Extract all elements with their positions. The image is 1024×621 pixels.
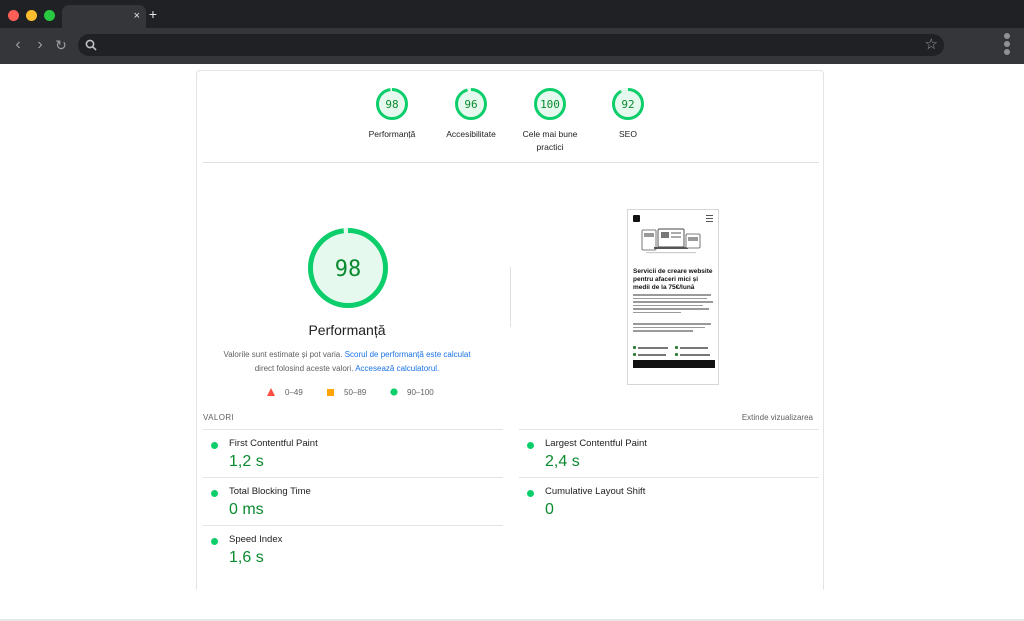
performance-title: Performanță <box>308 322 386 338</box>
browser-titlebar: × + <box>0 0 1024 28</box>
metric-value: 1,2 s <box>229 453 264 470</box>
metric-title: First Contentful Paint <box>229 438 318 449</box>
metric-value: 2,4 s <box>545 453 580 470</box>
category-accessibility[interactable]: 96 Accesibilitate <box>431 87 511 141</box>
browser-menu-icon[interactable] <box>1002 31 1012 59</box>
category-label: Cele mai bune practici <box>522 129 578 152</box>
site-logo <box>633 215 640 222</box>
category-label: Performanță <box>368 129 416 139</box>
screenshot-headline: Servicii de creare website pentru afacer… <box>633 268 713 291</box>
score-value: 96 <box>464 98 477 111</box>
bookmark-star-icon[interactable]: ☆ <box>925 35 938 55</box>
metric-largest-contentful-paint: Largest Contentful Paint 2,4 s <box>519 429 819 477</box>
description-text: Valorile sunt estimate și pot varia. <box>223 350 345 359</box>
pass-circle-icon <box>527 490 534 497</box>
screenshot-paragraph <box>633 294 715 334</box>
legend-label: 90–100 <box>407 388 434 397</box>
metrics-section-label: VALORI <box>203 413 235 422</box>
metric-cumulative-layout-shift: Cumulative Layout Shift 0 <box>519 477 819 525</box>
expand-view-toggle[interactable]: Extinde vizualizarea <box>742 413 813 422</box>
metric-title: Cumulative Layout Shift <box>545 486 646 497</box>
square-icon <box>327 389 334 396</box>
maximize-window-button[interactable] <box>44 10 55 21</box>
vertical-separator <box>510 267 511 327</box>
score-gauge-icon: 100 <box>534 88 566 120</box>
category-label: Accesibilitate <box>446 129 496 139</box>
browser-tab[interactable]: × <box>62 5 146 28</box>
legend-fail: 0–49 <box>267 387 303 399</box>
metric-first-contentful-paint: First Contentful Paint 1,2 s <box>203 429 503 477</box>
close-window-button[interactable] <box>8 10 19 21</box>
description-text: direct folosind aceste valori. <box>254 364 356 373</box>
pass-circle-icon <box>211 538 218 545</box>
triangle-icon <box>267 388 275 396</box>
pass-circle-icon <box>527 442 534 449</box>
category-performance[interactable]: 98 Performanță <box>352 87 432 141</box>
screenshot-feature-list <box>633 345 715 359</box>
metric-value: 1,6 s <box>229 549 264 566</box>
pass-circle-icon <box>211 490 218 497</box>
metric-title: Speed Index <box>229 534 283 545</box>
metric-title: Largest Contentful Paint <box>545 438 647 449</box>
page-screenshot-thumbnail[interactable]: Servicii de creare website pentru afacer… <box>627 209 719 385</box>
category-label: SEO <box>619 129 637 139</box>
score-value: 92 <box>621 98 634 111</box>
new-tab-button[interactable]: + <box>146 5 160 23</box>
score-gauge-icon: 92 <box>612 88 644 120</box>
score-value: 98 <box>385 98 398 111</box>
minimize-window-button[interactable] <box>26 10 37 21</box>
metric-title: Total Blocking Time <box>229 486 311 497</box>
score-value: 98 <box>335 257 362 282</box>
search-icon <box>85 39 97 51</box>
tab-close-icon[interactable]: × <box>134 8 140 24</box>
score-gauge-icon: 96 <box>455 88 487 120</box>
hamburger-menu-icon <box>706 215 713 224</box>
pass-circle-icon <box>211 442 218 449</box>
screenshot-cta-button <box>633 360 715 368</box>
score-value: 100 <box>540 98 560 111</box>
calculator-link[interactable]: Accesează calculatorul. <box>355 364 439 373</box>
legend-average: 50–89 <box>327 387 366 399</box>
performance-gauge: 98 <box>308 228 388 308</box>
circle-icon <box>390 388 398 396</box>
legend-label: 0–49 <box>285 388 303 397</box>
category-best-practices[interactable]: 100 Cele mai bune practici <box>510 87 590 154</box>
metric-total-blocking-time: Total Blocking Time 0 ms <box>203 477 503 525</box>
metric-value: 0 <box>545 501 554 518</box>
report-card: 98 Performanță 96 Accesibilitate 100 Cel… <box>196 70 824 590</box>
legend-label: 50–89 <box>344 388 367 397</box>
score-calculation-link[interactable]: Scorul de performanță este calculat <box>345 350 471 359</box>
metric-speed-index: Speed Index 1,6 s <box>203 525 503 573</box>
performance-description: Valorile sunt estimate și pot varia. Sco… <box>217 348 477 376</box>
score-gauge-icon: 98 <box>376 88 408 120</box>
section-divider <box>203 162 819 163</box>
forward-button[interactable]: › <box>30 35 50 55</box>
metric-value: 0 ms <box>229 501 264 518</box>
legend-pass: 90–100 <box>390 387 434 399</box>
category-seo[interactable]: 92 SEO <box>588 87 668 141</box>
devices-illustration <box>641 228 701 254</box>
back-button[interactable]: ‹ <box>8 35 28 55</box>
reload-button[interactable]: ↻ <box>51 35 71 55</box>
address-bar[interactable]: ☆ <box>78 34 944 56</box>
browser-toolbar: ‹ › ↻ ☆ <box>0 28 1024 64</box>
